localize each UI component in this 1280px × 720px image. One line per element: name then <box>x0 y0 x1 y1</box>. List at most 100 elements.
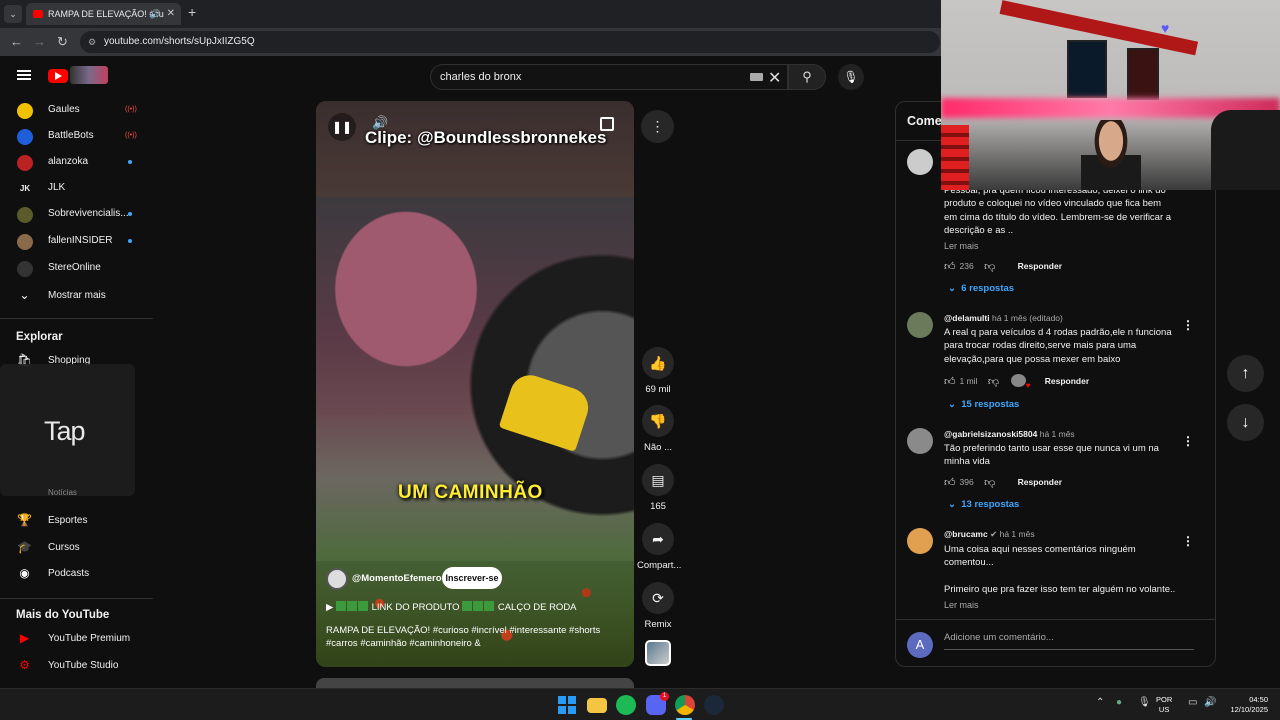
keyboard-icon[interactable] <box>750 73 763 81</box>
comment-author[interactable]: @gabrielsizanoski5804 <box>944 429 1037 439</box>
product-link[interactable]: ▶ LINK DO PRODUTO CALÇO DE RODA <box>326 601 577 613</box>
url-field[interactable]: ⚙ youtube.com/shorts/sUpJxIIZG5Q <box>80 31 940 53</box>
thumbs-up-icon[interactable]: 👍︎ <box>944 476 956 489</box>
thumbs-down-icon[interactable]: 👎︎ <box>984 260 995 273</box>
back-icon[interactable]: ← <box>10 34 23 49</box>
video-top-frame <box>316 101 634 197</box>
dislike-button[interactable]: 👎 Não ... <box>637 405 679 453</box>
sidebar-item-label: YouTube Premium <box>48 633 131 644</box>
sidebar-subscription-stereonline[interactable]: StereOnline <box>0 256 153 282</box>
channel-avatar: JK <box>17 181 33 197</box>
thumbs-down-icon[interactable]: 👎︎ <box>984 476 995 489</box>
shorts-video-player[interactable]: ❚❚ 🔊 Clipe: @Boundlessbronnekes UM CAMIN… <box>316 101 634 667</box>
view-replies-button[interactable]: ⌄ 6 respostas <box>948 283 1014 294</box>
read-more-link[interactable]: Ler mais <box>944 241 979 251</box>
comment-menu-icon[interactable]: ⋮ <box>1182 434 1194 448</box>
add-comment-input[interactable]: Adicione um comentário... <box>944 632 1194 650</box>
sidebar-subscription-alanzoka[interactable]: alanzoka <box>0 150 153 176</box>
sidebar-subscription-fallen[interactable]: fallenINSIDER <box>0 229 153 255</box>
comment-avatar[interactable] <box>907 528 933 554</box>
comment-author[interactable]: @delamulti <box>944 313 990 323</box>
reply-button[interactable]: Responder <box>1045 376 1089 386</box>
youtube-logo-icon[interactable] <box>48 69 68 83</box>
next-short-button[interactable]: ↓ <box>1227 404 1264 441</box>
chrome-icon[interactable] <box>675 695 695 715</box>
next-short-preview[interactable] <box>316 678 634 688</box>
subscribe-button[interactable]: Inscrever-se <box>442 567 502 589</box>
voice-search-icon[interactable]: 🎙 <box>838 64 864 90</box>
file-explorer-icon[interactable] <box>587 698 607 713</box>
new-tab-icon[interactable]: + <box>188 4 196 20</box>
previous-short-button[interactable]: ↑ <box>1227 355 1264 392</box>
view-replies-button[interactable]: ⌄ 15 respostas <box>948 399 1019 410</box>
thumbs-down-icon[interactable]: 👎︎ <box>988 375 999 388</box>
view-replies-button[interactable]: ⌄ 13 respostas <box>948 499 1019 510</box>
comment-avatar[interactable] <box>907 149 933 175</box>
sidebar-subscription-gaules[interactable]: Gaules ((•)) <box>0 98 153 124</box>
video-description[interactable]: RAMPA DE ELEVAÇÃO! #curioso #incrível #i… <box>326 624 616 650</box>
site-info-icon[interactable]: ⚙ <box>88 31 96 53</box>
reload-icon[interactable]: ↻ <box>57 34 68 50</box>
more-options-icon[interactable]: ⋮ <box>641 110 674 143</box>
language-code: POR <box>1156 695 1173 704</box>
spotify-icon[interactable] <box>616 695 636 715</box>
notification-badge: 1 <box>660 692 669 701</box>
comment-menu-icon[interactable]: ⋮ <box>1182 534 1194 548</box>
forward-icon[interactable]: → <box>33 34 46 49</box>
read-more-link[interactable]: Ler mais <box>944 600 979 610</box>
pause-icon[interactable]: ❚❚ <box>328 113 356 141</box>
reply-button[interactable]: Responder <box>1018 477 1062 487</box>
thumbs-up-icon[interactable]: 👍︎ <box>944 260 956 273</box>
sidebar-subscription-sobrevivencialismo[interactable]: Sobrevivencialis... <box>0 202 153 228</box>
sidebar-item-youtube-premium[interactable]: ▶ YouTube Premium <box>0 626 153 652</box>
sidebar-subscription-battlebots[interactable]: BattleBots ((•)) <box>0 124 153 150</box>
thumbs-up-icon[interactable]: 👍︎ <box>944 375 956 388</box>
graduation-cap-icon: 🎓 <box>17 540 32 554</box>
network-icon[interactable]: ▭ <box>1188 697 1197 708</box>
show-more-button[interactable]: ⌄ Mostrar mais <box>0 283 153 309</box>
comment-menu-icon[interactable]: ⋮ <box>1182 318 1194 332</box>
tray-app-icon[interactable]: ● <box>1116 697 1122 708</box>
channel-name: Sobrevivencialis... <box>48 208 129 219</box>
close-tab-icon[interactable]: ✕ <box>167 3 175 25</box>
sidebar-item-podcasts[interactable]: ◉ Podcasts <box>0 561 153 587</box>
sidebar-item-sports[interactable]: 🏆 Esportes <box>0 508 153 534</box>
comment-author[interactable]: @brucamc <box>944 529 988 539</box>
clock[interactable]: 04:50 12/10/2025 <box>1226 695 1268 715</box>
audio-playing-icon[interactable]: 🔊 <box>150 3 161 25</box>
sidebar-subscription-jlk[interactable]: JK JLK <box>0 176 153 202</box>
product-link-label-2: CALÇO DE RODA <box>497 602 577 613</box>
comment-body: Tão preferindo tanto usar esse que nunca… <box>944 443 1159 468</box>
tab-search-button[interactable]: ⌄ <box>4 5 22 23</box>
windows-start-icon[interactable] <box>558 696 576 714</box>
sound-thumbnail[interactable] <box>645 640 671 666</box>
volume-icon[interactable]: 🔊 <box>1204 697 1216 708</box>
steam-icon[interactable] <box>704 695 724 715</box>
comments-button[interactable]: ▤ 165 <box>637 464 679 512</box>
channel-avatar[interactable] <box>326 568 348 590</box>
discord-icon[interactable]: 1 <box>646 692 669 715</box>
menu-icon[interactable] <box>17 70 31 80</box>
clear-search-icon[interactable]: ✕ <box>768 68 781 88</box>
share-button[interactable]: ➦ Compart... <box>637 523 681 571</box>
new-content-dot <box>128 212 132 216</box>
like-button[interactable]: 👍 69 mil <box>637 347 679 395</box>
webcam-poster <box>1127 48 1159 100</box>
url-text: youtube.com/shorts/sUpJxIIZG5Q <box>104 36 255 47</box>
youtube-doodle-logo[interactable] <box>70 66 108 84</box>
checkmark-icon <box>335 601 346 611</box>
browser-tab[interactable]: RAMPA DE ELEVAÇÃO! #cu 🔊 ✕ <box>26 3 181 25</box>
channel-name-link[interactable]: @MomentoEfemero <box>352 573 442 584</box>
show-hidden-icons-icon[interactable]: ⌃ <box>1096 697 1104 708</box>
sidebar-item-courses[interactable]: 🎓 Cursos <box>0 535 153 561</box>
comment-avatar[interactable] <box>907 428 933 454</box>
comment-avatar[interactable] <box>907 312 933 338</box>
remix-button[interactable]: ⟳ Remix <box>637 582 679 630</box>
language-indicator[interactable]: POR US <box>1156 695 1172 715</box>
microphone-icon[interactable]: 🎙 <box>1138 697 1151 708</box>
search-button[interactable]: ⚲ <box>788 64 826 90</box>
sidebar-item-youtube-studio[interactable]: ⚙ YouTube Studio <box>0 653 153 679</box>
search-input[interactable]: charles do bronx <box>430 64 788 90</box>
explore-heading: Explorar <box>16 331 63 343</box>
reply-button[interactable]: Responder <box>1018 261 1062 271</box>
